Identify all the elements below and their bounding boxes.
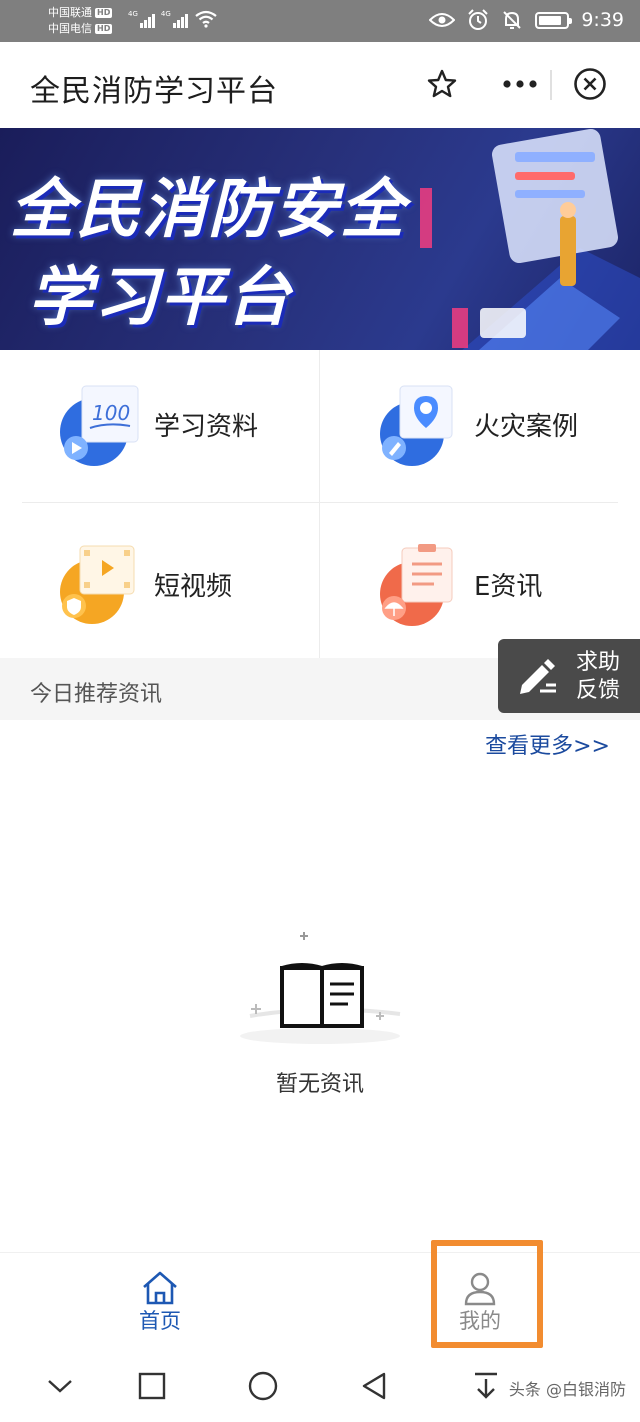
title-bar: 全民消防学习平台 xyxy=(0,42,640,128)
menu-item-study-materials[interactable]: 100 学习资料 xyxy=(0,350,300,490)
empty-state-text: 暂无资讯 xyxy=(275,1072,364,1097)
menu-label: E资讯 xyxy=(474,572,543,602)
page-title: 全民消防学习平台 xyxy=(30,74,278,109)
status-bar: 中国联通 HD 中国电信 HD 4G 4G 9:39 xyxy=(0,0,640,42)
tab-label: 首页 xyxy=(139,1309,181,1333)
menu-grid: 100 学习资料 火灾案例 短视频 E资讯 xyxy=(0,350,640,658)
menu-label: 短视频 xyxy=(154,572,233,602)
tab-mine[interactable]: 我的 xyxy=(420,1253,540,1353)
carrier-2: 中国电信 xyxy=(48,22,92,35)
e-news-icon xyxy=(380,544,453,626)
empty-book-icon xyxy=(240,932,401,1044)
recommend-title: 今日推荐资讯 xyxy=(30,682,163,707)
short-video-icon xyxy=(60,545,135,624)
title-divider xyxy=(550,70,552,100)
banner-title-line2: 学习平台 xyxy=(28,261,292,335)
system-nav-bar: 头条 @白银消防 xyxy=(0,1352,640,1422)
menu-label: 学习资料 xyxy=(154,412,259,442)
notification-pull-icon[interactable] xyxy=(466,1368,506,1404)
view-more-link[interactable]: 查看更多>> xyxy=(485,728,610,760)
clock: 9:39 xyxy=(581,9,624,31)
edit-icon xyxy=(520,659,556,694)
hd-badge: HD xyxy=(95,8,113,18)
battery-icon xyxy=(535,11,573,29)
more-icon[interactable] xyxy=(500,64,540,104)
user-icon xyxy=(464,1272,496,1306)
tab-home[interactable]: 首页 xyxy=(100,1253,220,1353)
banner-title-line1: 全民消防安全 xyxy=(10,173,406,247)
chevron-down-icon[interactable] xyxy=(40,1368,80,1404)
grid-divider xyxy=(22,502,618,503)
watermark: 头条 @白银消防 xyxy=(508,1380,626,1399)
help-label: 求助 反馈 xyxy=(576,650,621,703)
study-materials-icon: 100 xyxy=(60,385,139,466)
banner[interactable]: 全民消防安全 学习平台 xyxy=(0,128,640,350)
alarm-icon xyxy=(468,9,489,30)
help-feedback-button[interactable]: 求助 反馈 xyxy=(498,639,640,713)
fire-case-icon xyxy=(380,385,453,466)
star-icon[interactable] xyxy=(422,64,462,104)
carrier-1: 中国联通 xyxy=(48,6,92,19)
signal-indicators: 4G 4G xyxy=(128,10,218,28)
eye-icon xyxy=(429,13,456,27)
hd-badge: HD xyxy=(95,24,113,34)
signal-icon: 4G xyxy=(128,10,155,28)
menu-label: 火灾案例 xyxy=(474,412,579,442)
signal-icon: 4G xyxy=(161,10,188,28)
back-icon[interactable] xyxy=(354,1368,394,1404)
menu-item-short-videos[interactable]: 短视频 xyxy=(0,510,300,650)
home-icon xyxy=(143,1271,177,1305)
wifi-icon xyxy=(195,10,217,28)
mute-bell-icon xyxy=(503,11,522,29)
menu-item-fire-cases[interactable]: 火灾案例 xyxy=(320,350,620,490)
home-nav-icon[interactable] xyxy=(243,1368,283,1404)
menu-item-e-news[interactable]: E资讯 xyxy=(320,510,620,650)
tab-label: 我的 xyxy=(459,1309,501,1333)
bottom-tab-bar: 首页 我的 xyxy=(0,1252,640,1352)
carrier-info: 中国联通 HD 中国电信 HD xyxy=(48,5,113,37)
svg-text:100: 100 xyxy=(92,401,130,425)
recent-apps-icon[interactable] xyxy=(132,1368,172,1404)
close-icon[interactable] xyxy=(570,64,610,104)
